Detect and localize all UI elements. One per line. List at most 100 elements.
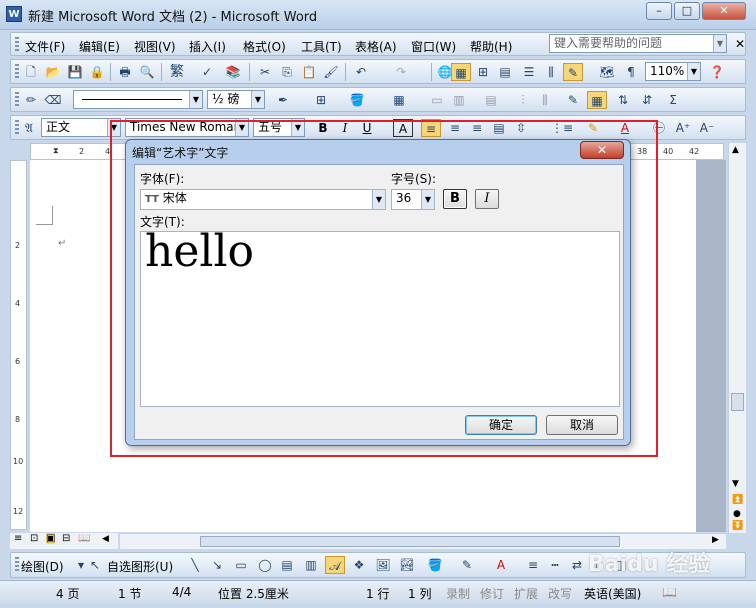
show-gridlines-icon[interactable]: ▦ bbox=[587, 91, 607, 109]
insert-excel-icon[interactable]: ▤ bbox=[495, 63, 515, 81]
cut-icon[interactable]: ✂ bbox=[255, 63, 275, 81]
help-search-input[interactable]: 键入需要帮助的问题 ▼ bbox=[549, 34, 727, 53]
document-map-icon[interactable]: 🗺 bbox=[597, 63, 617, 81]
scroll-down-icon[interactable]: ▼ bbox=[732, 479, 739, 489]
menu-grip[interactable] bbox=[15, 37, 19, 53]
border-color-icon[interactable]: ✒ bbox=[273, 91, 293, 109]
redo-icon[interactable]: ↷ bbox=[391, 63, 411, 81]
shading-color-icon[interactable]: 🪣 bbox=[347, 91, 367, 109]
chevron-down-icon[interactable]: ▼ bbox=[189, 91, 202, 108]
vertical-ruler[interactable]: 2 4 6 8 10 12 bbox=[10, 160, 27, 530]
autoshapes-button[interactable]: 自选图形(U) bbox=[107, 558, 173, 575]
line-color-icon[interactable]: ✎ bbox=[457, 556, 477, 574]
show-hide-icon[interactable]: ¶ bbox=[621, 63, 641, 81]
drawing-icon[interactable]: ⫼ bbox=[541, 63, 561, 81]
picture-icon[interactable]: 🏞 bbox=[397, 556, 417, 574]
format-painter-icon[interactable]: 🖌 bbox=[321, 63, 341, 81]
standard-grip[interactable] bbox=[15, 64, 19, 80]
scroll-left-icon[interactable]: ◀ bbox=[102, 534, 109, 544]
browse-object-icon[interactable]: ● bbox=[733, 509, 741, 519]
insert-table-icon[interactable]: ▦ bbox=[389, 91, 409, 109]
sort-descending-icon[interactable]: ⇵ bbox=[637, 91, 657, 109]
grow-font-icon[interactable]: A⁺ bbox=[673, 119, 693, 137]
autosum-icon[interactable]: Σ bbox=[663, 91, 683, 109]
draw-table-icon[interactable]: ✏ bbox=[21, 91, 41, 109]
dash-style-icon[interactable]: ┅ bbox=[545, 556, 565, 574]
tables-borders-icon[interactable]: ▦ bbox=[451, 63, 471, 81]
textbox-tool-icon[interactable]: ▤ bbox=[277, 556, 297, 574]
menu-view[interactable]: 视图(V) bbox=[134, 38, 176, 55]
indent-marker-icon[interactable]: ⧗ bbox=[53, 146, 59, 156]
arrow-style-icon[interactable]: ⇄ bbox=[567, 556, 587, 574]
arrow-tool-icon[interactable]: ↘ bbox=[207, 556, 227, 574]
copy-icon[interactable]: ⎘ bbox=[277, 63, 297, 81]
close-doc-icon[interactable]: ✕ bbox=[735, 37, 745, 51]
status-track-changes[interactable]: 修订 bbox=[480, 585, 504, 602]
drawing-toggle-icon[interactable]: ✎ bbox=[563, 63, 583, 81]
menu-window[interactable]: 窗口(W) bbox=[411, 38, 456, 55]
shrink-font-icon[interactable]: A⁻ bbox=[697, 119, 717, 137]
menu-table[interactable]: 表格(A) bbox=[355, 38, 397, 55]
status-extend[interactable]: 扩展 bbox=[514, 585, 538, 602]
next-page-icon[interactable]: ⏬ bbox=[732, 521, 743, 531]
table-autoformat-icon[interactable]: ✎ bbox=[563, 91, 583, 109]
traditional-chinese-button[interactable]: 繁 bbox=[167, 63, 187, 81]
draw-menu-button[interactable]: 绘图(D) bbox=[21, 558, 64, 575]
menu-file[interactable]: 文件(F) bbox=[25, 38, 65, 55]
print-icon[interactable]: 🖶 bbox=[115, 63, 135, 81]
print-layout-icon[interactable]: ▣ bbox=[46, 533, 56, 544]
spelling-status-icon[interactable]: 📖 bbox=[662, 585, 677, 599]
help-icon[interactable]: ❓ bbox=[707, 63, 727, 81]
tables-grip[interactable] bbox=[15, 92, 19, 108]
columns-icon[interactable]: ☰ bbox=[519, 63, 539, 81]
oval-tool-icon[interactable]: ◯ bbox=[255, 556, 275, 574]
word-app-icon[interactable]: W bbox=[6, 6, 22, 22]
menu-tools[interactable]: 工具(T) bbox=[301, 38, 342, 55]
scroll-right-icon[interactable]: ▶ bbox=[712, 535, 719, 545]
fill-color-icon[interactable]: 🪣 bbox=[425, 556, 445, 574]
status-record[interactable]: 录制 bbox=[446, 585, 470, 602]
web-view-icon[interactable]: ⊡ bbox=[30, 533, 38, 544]
line-style-icon[interactable]: ≡ bbox=[523, 556, 543, 574]
vertical-scrollbar[interactable]: ▲ ▼ ⏫ ● ⏬ bbox=[728, 143, 746, 533]
menu-format[interactable]: 格式(O) bbox=[243, 38, 286, 55]
line-weight-combo[interactable]: ½ 磅 ▼ bbox=[207, 90, 265, 109]
minimize-button[interactable]: – bbox=[646, 2, 672, 20]
close-window-button[interactable]: ✕ bbox=[702, 2, 746, 20]
scroll-thumb[interactable] bbox=[200, 536, 620, 547]
clipart-icon[interactable]: 🖼 bbox=[373, 556, 393, 574]
research-icon[interactable]: 📚 bbox=[223, 63, 243, 81]
rectangle-tool-icon[interactable]: ▭ bbox=[231, 556, 251, 574]
styles-icon[interactable]: 𝔄 bbox=[19, 119, 39, 137]
borders-icon[interactable]: ⊞ bbox=[311, 91, 331, 109]
align-cell-icon[interactable]: ▤ bbox=[481, 91, 501, 109]
split-cells-icon[interactable]: ▥ bbox=[449, 91, 469, 109]
permission-icon[interactable]: 🔒 bbox=[87, 63, 107, 81]
vertical-textbox-icon[interactable]: ▥ bbox=[301, 556, 321, 574]
paste-icon[interactable]: 📋 bbox=[299, 63, 319, 81]
drawing-grip[interactable] bbox=[15, 557, 19, 573]
maximize-button[interactable]: □ bbox=[674, 2, 700, 20]
menu-edit[interactable]: 编辑(E) bbox=[79, 38, 120, 55]
distribute-columns-icon[interactable]: ⫼ bbox=[535, 91, 555, 109]
select-objects-icon[interactable]: ↖ bbox=[85, 556, 105, 574]
print-preview-icon[interactable]: 🔍 bbox=[137, 63, 157, 81]
wordart-icon[interactable]: 𝒜 bbox=[325, 556, 345, 574]
chevron-down-icon[interactable]: ▼ bbox=[251, 91, 264, 108]
previous-page-icon[interactable]: ⏫ bbox=[732, 495, 743, 505]
save-icon[interactable]: 💾 bbox=[65, 63, 85, 81]
style-combo[interactable]: 正文 ▼ bbox=[41, 118, 121, 137]
chevron-down-icon[interactable]: ▼ bbox=[713, 35, 726, 52]
line-tool-icon[interactable]: ╲ bbox=[185, 556, 205, 574]
line-style-combo[interactable]: ▼ bbox=[73, 90, 203, 109]
status-language[interactable]: 英语(美国) bbox=[584, 585, 641, 602]
new-doc-icon[interactable]: 🗋 bbox=[21, 63, 41, 81]
diagram-icon[interactable]: ❖ bbox=[349, 556, 369, 574]
spelling-icon[interactable]: ✓ bbox=[197, 63, 217, 81]
open-folder-icon[interactable]: 📂 bbox=[43, 63, 63, 81]
undo-icon[interactable]: ↶ bbox=[351, 63, 371, 81]
drawing-font-color-icon[interactable]: A bbox=[491, 556, 511, 574]
distribute-rows-icon[interactable]: ⫶ bbox=[513, 91, 533, 109]
sort-ascending-icon[interactable]: ⇅ bbox=[613, 91, 633, 109]
window-title-bar[interactable]: W 新建 Microsoft Word 文档 (2) - Microsoft W… bbox=[0, 0, 756, 30]
